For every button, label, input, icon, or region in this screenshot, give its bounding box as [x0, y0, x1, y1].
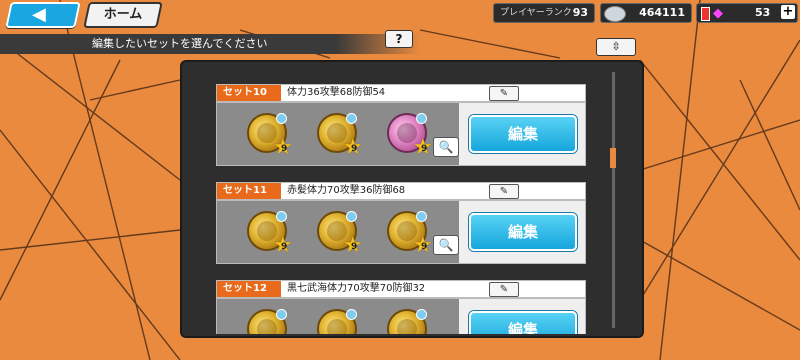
medal[interactable]: ★ 9 [387, 211, 433, 258]
medal-badge-icon [416, 113, 427, 124]
set-card: セット11 赤髪体力70攻撃36防御68 ✎ ★ 9 ★ 9 ★ 9 🔍 編集 [216, 176, 586, 264]
set-list: セット10 体力36攻撃68防御54 ✎ ★ 9 ★ 9 ★ 9 🔍 編集 セッ… [216, 78, 586, 334]
gem-counter: ◆ 53 + [696, 3, 798, 23]
help-button[interactable]: ? [385, 30, 413, 48]
set-name: 体力36攻撃68防御54 [287, 87, 386, 98]
coin-counter: 464111 [600, 3, 692, 23]
player-rank: プレイヤーランク 93 [493, 3, 595, 23]
medal-badge-icon [346, 211, 357, 222]
set-tag: セット12 [217, 281, 281, 297]
instruction-bar: 編集したいセットを選んでください [0, 34, 420, 54]
set-tag: セット10 [217, 85, 281, 101]
set-body: 編集 [216, 298, 586, 334]
set-tag: セット11 [217, 183, 281, 199]
magnify-icon[interactable]: 🔍 [433, 137, 459, 157]
scrollbar[interactable] [612, 72, 615, 328]
top-bar: ◀ ホーム プレイヤーランク 93 464111 ◆ 53 + [0, 0, 800, 28]
edit-button[interactable]: 編集 [469, 115, 577, 153]
medal[interactable]: ★ 9 [317, 211, 363, 258]
medal-badge-icon [416, 211, 427, 222]
set-header: セット12 黒七武海体力70攻撃70防御32 ✎ [216, 280, 586, 298]
set-name: 黒七武海体力70攻撃70防御32 [287, 283, 426, 294]
medal-badge-icon [416, 309, 427, 320]
back-button[interactable]: ◀ [5, 2, 81, 28]
edit-button[interactable]: 編集 [469, 311, 577, 334]
medal[interactable]: ★ 9 [247, 113, 293, 160]
rename-pencil-icon[interactable]: ✎ [489, 282, 519, 297]
set-card: セット10 体力36攻撃68防御54 ✎ ★ 9 ★ 9 ★ 9 🔍 編集 [216, 78, 586, 166]
medal-badge-icon [276, 211, 287, 222]
set-card: セット12 黒七武海体力70攻撃70防御32 ✎ 編集 [216, 274, 586, 334]
set-header: セット11 赤髪体力70攻撃36防御68 ✎ [216, 182, 586, 200]
medal-badge-icon [276, 113, 287, 124]
rename-pencil-icon[interactable]: ✎ [489, 86, 519, 101]
edit-button[interactable]: 編集 [469, 213, 577, 251]
set-name: 赤髪体力70攻撃36防御68 [287, 185, 406, 196]
player-rank-value: 93 [572, 6, 588, 19]
medal-badge-icon [346, 309, 357, 320]
medal[interactable]: ★ 9 [247, 211, 293, 258]
coin-value: 464111 [639, 6, 685, 19]
gem-value: 53 [755, 6, 771, 19]
medal[interactable]: ★ 9 [387, 113, 433, 160]
rename-pencil-icon[interactable]: ✎ [489, 184, 519, 199]
back-arrow-icon: ◀ [32, 4, 46, 25]
set-header: セット10 体力36攻撃68防御54 ✎ [216, 84, 586, 102]
stamina-icon [701, 7, 710, 21]
magnify-icon[interactable]: 🔍 [433, 235, 459, 255]
home-button[interactable]: ホーム [83, 2, 163, 28]
add-gems-button[interactable]: + [781, 5, 795, 19]
gem-icon: ◆ [713, 6, 723, 21]
coin-icon [604, 6, 626, 22]
medal[interactable]: ★ 9 [317, 113, 363, 160]
player-rank-label: プレイヤーランク [500, 8, 572, 18]
set-body: ★ 9 ★ 9 ★ 9 🔍 編集 [216, 200, 586, 264]
sort-button[interactable]: ⇳ [596, 38, 636, 56]
medal-badge-icon [346, 113, 357, 124]
set-body: ★ 9 ★ 9 ★ 9 🔍 編集 [216, 102, 586, 166]
instruction-text: 編集したいセットを選んでください [92, 37, 268, 50]
medal-badge-icon [276, 309, 287, 320]
scrollbar-thumb[interactable] [610, 148, 616, 168]
